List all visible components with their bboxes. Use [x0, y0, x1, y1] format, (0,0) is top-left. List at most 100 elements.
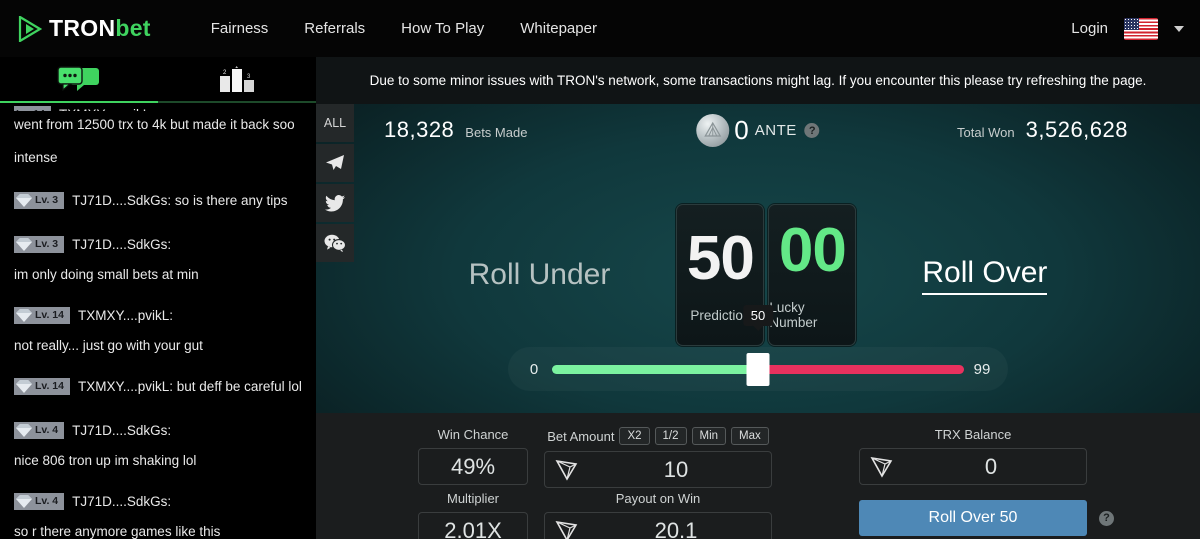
- flag-canton: [1124, 17, 1139, 30]
- trx-balance-value: 0: [984, 453, 998, 479]
- payout-control: Payout on Win 20.1: [544, 491, 772, 539]
- chat-message-header: Lv. 3 TJ71D....SdkGs: so is there any ti…: [14, 189, 302, 211]
- roll-button[interactable]: Roll Over 50: [859, 500, 1087, 536]
- chat-username: TXMXY....pvikL: but deff be careful lol: [78, 378, 302, 394]
- prediction-value: 50: [686, 223, 755, 293]
- game-panel: Due to some minor issues with TRON's net…: [316, 57, 1200, 539]
- us-flag-icon[interactable]: [1124, 17, 1158, 40]
- twitter-icon: [325, 194, 345, 211]
- chat-message-header: Lv. 14 TXMXY....pvikL: but deff be caref…: [14, 375, 302, 397]
- brand-logo[interactable]: TRONbet: [18, 15, 151, 42]
- level-badge: Lv. 4: [14, 421, 65, 439]
- multiplier-control: Multiplier 2.01X: [418, 491, 528, 539]
- bet-x2-button[interactable]: X2: [619, 427, 650, 445]
- roll-under-button[interactable]: Roll Under: [469, 258, 611, 292]
- total-won-stat: Total Won 3,526,628: [957, 117, 1128, 143]
- tron-logo-icon: [555, 459, 578, 481]
- win-chance-value: 49%: [450, 453, 496, 479]
- login-button[interactable]: Login: [1071, 20, 1108, 37]
- level-badge: Lv. 14: [14, 306, 70, 324]
- level-badge-label: Lv. 14: [35, 380, 64, 392]
- chat-message-header: Lv. 3 TJ71D....SdkGs:: [14, 233, 302, 255]
- dice-game-board: ALL 18,328 Bets Made 0 ANTE ? Total Won …: [316, 104, 1200, 413]
- bet-min-button[interactable]: Min: [691, 427, 727, 445]
- chat-username: TJ71D....SdkGs: so is there any tips: [72, 192, 288, 208]
- list-item: Lv. 3 TJ71D....SdkGs:: [0, 233, 316, 255]
- level-badge: Lv. 14: [14, 105, 51, 111]
- bet-max-button[interactable]: Max: [731, 427, 769, 445]
- nav-link-fairness[interactable]: Fairness: [211, 20, 269, 37]
- bet-amount-label: Bet Amount: [547, 428, 615, 444]
- chat-message-text: went from 12500 trx to 4k but made it ba…: [14, 117, 295, 132]
- chat-message-text: so r there anymore games like this: [14, 524, 221, 539]
- chat-message-header: Lv. 14 TXMXY....pvikL:: [14, 304, 302, 326]
- win-chance-control: Win Chance 49%: [418, 427, 528, 485]
- tron-logo-icon: [870, 456, 893, 478]
- list-item: Lv. 14 TXMXY....pvikL:: [0, 304, 316, 326]
- svg-text:3: 3: [247, 74, 251, 80]
- chat-message-list[interactable]: Lv. 14TXMXY....pvikL: went from 12500 tr…: [0, 103, 316, 539]
- chat-username: TJ71D....SdkGs:: [72, 493, 172, 509]
- ante-coin-icon: [696, 114, 730, 147]
- diamond-icon: [16, 494, 32, 508]
- brand-logo-text: TRONbet: [49, 15, 151, 42]
- trx-balance-field: 0: [859, 448, 1087, 485]
- bet-amount-field[interactable]: 10: [544, 451, 772, 488]
- list-item: Lv. 14TXMXY....pvikL:: [0, 103, 316, 111]
- roll-help-icon[interactable]: ?: [1099, 510, 1114, 526]
- win-chance-label: Win Chance: [437, 427, 509, 442]
- level-badge: Lv. 3: [14, 235, 65, 253]
- telegram-button[interactable]: [316, 144, 354, 182]
- level-badge: Lv. 3: [14, 191, 65, 209]
- chat-message-text: im only doing small bets at min: [14, 267, 199, 282]
- game-stats-row: 18,328 Bets Made 0 ANTE ? Total Won 3,52…: [316, 104, 1200, 166]
- telegram-icon: [326, 155, 344, 170]
- multiplier-value: 2.01X: [444, 517, 502, 539]
- chat-tab-bar: 2 1 3: [0, 57, 316, 103]
- diamond-icon: [16, 379, 32, 393]
- play-triangle-icon: [18, 15, 42, 42]
- level-badge-label: Lv. 3: [35, 238, 59, 250]
- wechat-icon: [324, 234, 346, 252]
- total-won-value: 3,526,628: [1025, 117, 1128, 142]
- slider-track[interactable]: 50: [552, 304, 964, 386]
- level-badge: Lv. 14: [14, 377, 70, 395]
- tab-leaderboard[interactable]: 2 1 3: [158, 57, 316, 103]
- twitter-button[interactable]: [316, 184, 354, 222]
- brand-text-tron: TRON: [49, 15, 116, 41]
- chat-message-header: Lv. 4 TJ71D....SdkGs:: [14, 490, 302, 512]
- multiplier-label: Multiplier: [446, 491, 499, 506]
- roll-over-button[interactable]: Roll Over: [922, 256, 1048, 295]
- lucky-number-caption: Lucky Number: [769, 300, 818, 330]
- chevron-down-icon[interactable]: [1174, 25, 1184, 32]
- chat-message-text: intense: [14, 150, 58, 165]
- bet-amount-value[interactable]: 10: [581, 457, 771, 483]
- diamond-icon: [16, 193, 32, 207]
- prediction-slider[interactable]: 0 50 99: [508, 304, 1008, 391]
- list-item: Lv. 3 TJ71D....SdkGs: so is there any ti…: [0, 189, 316, 211]
- diamond-icon: [16, 308, 32, 322]
- svg-text:2: 2: [223, 70, 227, 76]
- ante-unit-label: ANTE: [754, 122, 797, 139]
- active-tab-underline: [0, 101, 158, 103]
- level-badge-label: Lv. 14: [35, 309, 64, 321]
- nav-link-whitepaper[interactable]: Whitepaper: [520, 20, 597, 37]
- ante-help-icon[interactable]: ?: [804, 123, 820, 138]
- chat-username: TJ71D....SdkGs:: [72, 422, 172, 438]
- slider-value-tooltip: 50: [742, 304, 774, 326]
- tron-logo-icon: [555, 520, 578, 539]
- wechat-button[interactable]: [316, 224, 354, 262]
- all-filter-button[interactable]: ALL: [316, 104, 354, 142]
- network-status-banner: Due to some minor issues with TRON's net…: [316, 57, 1200, 104]
- win-chance-field: 49%: [418, 448, 528, 485]
- diamond-icon: [16, 423, 32, 437]
- nav-link-referrals[interactable]: Referrals: [304, 20, 365, 37]
- diamond-icon: [16, 237, 32, 251]
- nav-link-how-to-play[interactable]: How To Play: [401, 20, 484, 37]
- tab-chat[interactable]: [0, 57, 158, 103]
- lucky-number-value: 00: [778, 216, 847, 285]
- slider-handle[interactable]: 50: [742, 304, 774, 386]
- leaderboard-podium-icon: 2 1 3: [220, 66, 254, 92]
- bet-half-button[interactable]: 1/2: [654, 427, 687, 445]
- brand-text-bet: bet: [115, 15, 151, 41]
